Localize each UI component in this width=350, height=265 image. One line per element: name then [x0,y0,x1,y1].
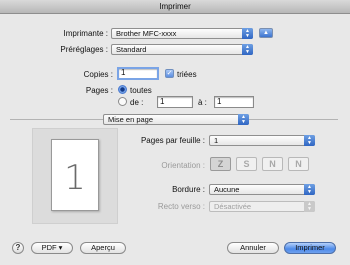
border-popup[interactable]: Aucune ▲ ▼ [209,184,315,195]
popup-arrows-icon: ▲ ▼ [304,184,315,195]
copies-label: Copies : [83,70,113,79]
preview-button[interactable]: Aperçu [80,242,126,254]
expand-dialog-button[interactable]: ▲ [259,28,273,38]
triangle-up-icon: ▲ [263,30,269,36]
printer-value: Brother MFC-xxxx [116,29,177,38]
preview-page-number: 1 [64,158,86,198]
pdf-button[interactable]: PDF ▾ [31,242,73,254]
presets-popup[interactable]: Standard ▲ ▼ [111,44,253,55]
preview-sheet: 1 [51,139,99,211]
duplex-popup[interactable]: Désactivée ▲ ▼ [209,201,315,212]
popup-arrows-icon: ▲ ▼ [304,201,315,212]
orientation-label: Orientation : [161,161,205,170]
pages-all-label: toutes [130,86,152,95]
collated-label: triées [177,70,197,79]
copies-field[interactable]: 1 [117,67,159,80]
pages-label: Pages : [85,86,113,95]
pages-per-sheet-value: 1 [214,136,219,145]
border-label: Bordure : [172,185,205,194]
border-value: Aucune [214,185,240,194]
pages-all-radio[interactable] [118,85,127,94]
section-value: Mise en page [108,115,154,124]
popup-arrows-icon: ▲ ▼ [238,114,249,125]
title-bar: Imprimer [0,0,350,14]
duplex-label: Recto verso : [157,202,205,211]
window-title: Imprimer [159,2,191,11]
orientation-n-button[interactable]: N [262,157,283,171]
orientation-s-button[interactable]: S [236,157,257,171]
popup-arrows-icon: ▲ ▼ [304,135,315,146]
presets-label: Préréglages : [60,45,108,54]
pages-range-radio[interactable] [118,97,127,106]
help-button[interactable]: ? [12,242,24,254]
presets-value: Standard [116,45,147,54]
duplex-value: Désactivée [214,202,252,211]
pages-to-field[interactable]: 1 [214,96,254,108]
printer-popup[interactable]: Brother MFC-xxxx ▲ ▼ [111,28,253,39]
cancel-button[interactable]: Annuler [227,242,279,254]
orientation-z-button[interactable]: Z [210,157,231,171]
popup-arrows-icon: ▲ ▼ [242,44,253,55]
orientation-n-mirror-button[interactable]: N [288,157,309,171]
section-popup[interactable]: Mise en page ▲ ▼ [103,114,249,125]
pages-to-label: à : [198,98,207,107]
page-preview: 1 [32,128,118,224]
popup-arrows-icon: ▲ ▼ [242,28,253,39]
pages-per-sheet-label: Pages par feuille : [140,136,205,145]
printer-label: Imprimante : [63,29,108,38]
pages-from-label: de : [130,98,144,107]
print-button[interactable]: Imprimer [284,242,336,254]
collated-checkbox[interactable]: ✓ [165,69,174,78]
pages-per-sheet-popup[interactable]: 1 ▲ ▼ [209,135,315,146]
pages-from-field[interactable]: 1 [157,96,193,108]
